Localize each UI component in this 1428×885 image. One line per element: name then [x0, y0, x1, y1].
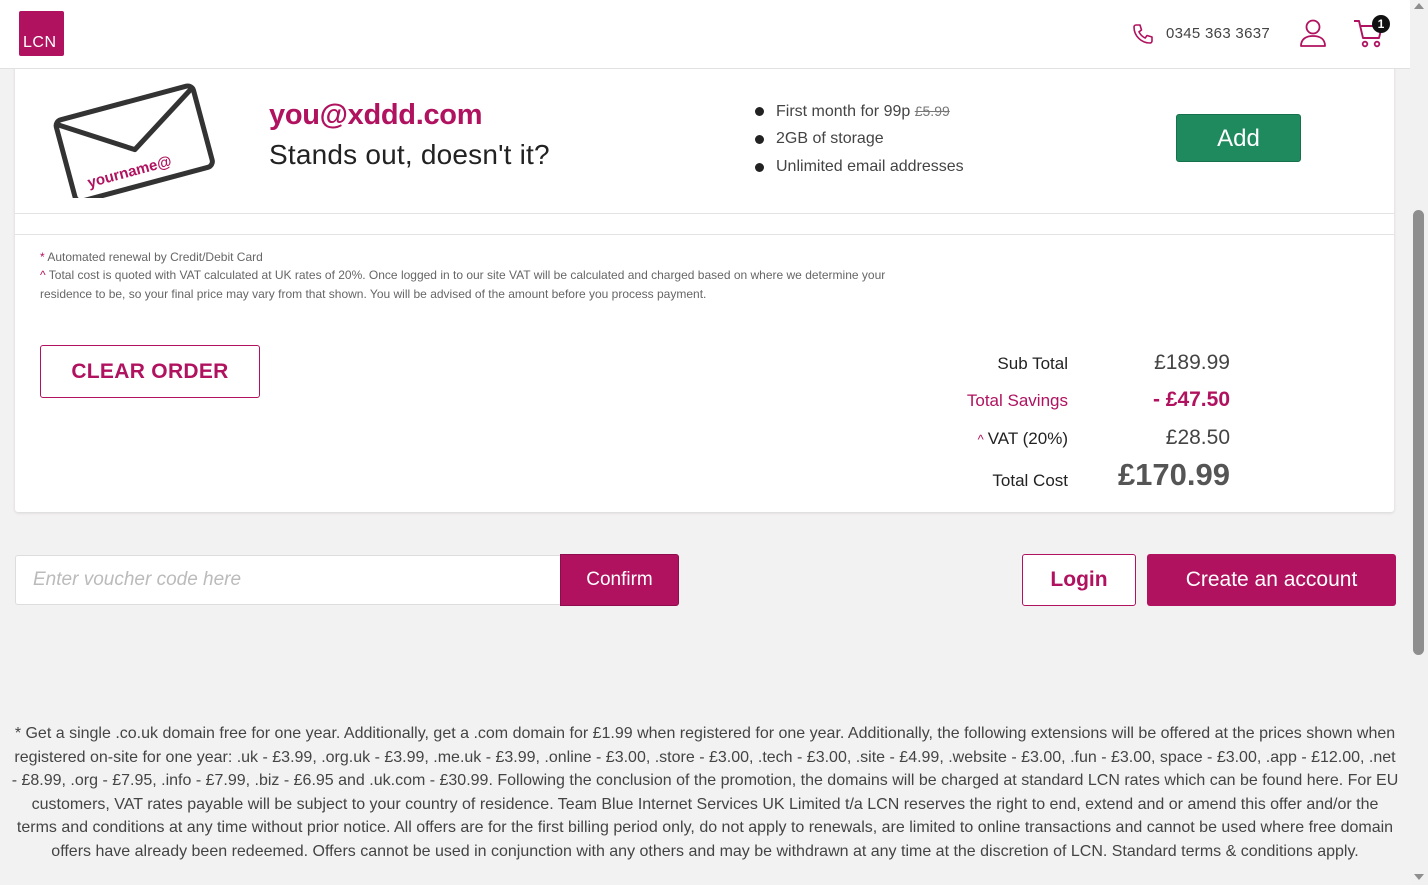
subtotal-value: £189.99 — [1154, 351, 1230, 374]
feature-item: 2GB of storage — [753, 128, 964, 156]
feature-text: 2GB of storage — [776, 130, 884, 147]
feature-text: Unlimited email addresses — [776, 158, 964, 175]
savings-value: - £47.50 — [1152, 388, 1230, 411]
vat-label: ^ VAT (20%) — [977, 429, 1068, 448]
terms-text: * Get a single .co.uk domain free for on… — [11, 725, 1399, 860]
vat-note: ^ Total cost is quoted with VAT calculat… — [40, 268, 886, 301]
confirm-voucher-button[interactable]: Confirm — [560, 554, 679, 606]
user-account-icon[interactable] — [1298, 18, 1328, 48]
promo-email: you@xddd.com — [269, 99, 483, 131]
old-price: £5.99 — [914, 103, 950, 119]
feature-item: First month for 99p £5.99 — [753, 100, 964, 128]
feature-list: First month for 99p £5.99 2GB of storage… — [753, 100, 964, 184]
feature-text: First month for 99p — [776, 103, 911, 120]
cart-count-badge: 1 — [1372, 15, 1390, 33]
phone-icon[interactable] — [1131, 22, 1155, 46]
savings-label: Total Savings — [966, 391, 1068, 410]
vat-mark: ^ — [977, 432, 984, 447]
envelope-icon: yourname@ — [53, 83, 215, 198]
phone-number[interactable]: 0345 363 3637 — [1166, 25, 1270, 42]
site-header: LCN 0345 363 3637 1 — [0, 0, 1410, 69]
clear-order-button[interactable]: CLEAR ORDER — [40, 345, 260, 398]
renewal-note: * Automated renewal by Credit/Debit Card — [40, 250, 263, 264]
total-label: Total Cost — [992, 471, 1068, 490]
divider — [15, 234, 1394, 235]
scrollbar-thumb[interactable] — [1413, 210, 1424, 655]
vat-value: £28.50 — [1165, 426, 1230, 449]
add-email-button[interactable]: Add — [1176, 114, 1301, 162]
login-button[interactable]: Login — [1022, 554, 1136, 606]
create-account-button[interactable]: Create an account — [1147, 554, 1396, 606]
total-value: £170.99 — [1117, 457, 1230, 492]
lcn-logo[interactable]: LCN — [19, 11, 64, 56]
scroll-down-arrow-icon[interactable] — [1414, 874, 1424, 880]
feature-item: Unlimited email addresses — [753, 156, 964, 184]
divider — [15, 213, 1394, 214]
voucher-input[interactable] — [15, 555, 561, 605]
promo-tagline: Stands out, doesn't it? — [269, 139, 550, 170]
subtotal-label: Sub Total — [997, 354, 1068, 373]
scroll-up-arrow-icon[interactable] — [1414, 3, 1424, 9]
